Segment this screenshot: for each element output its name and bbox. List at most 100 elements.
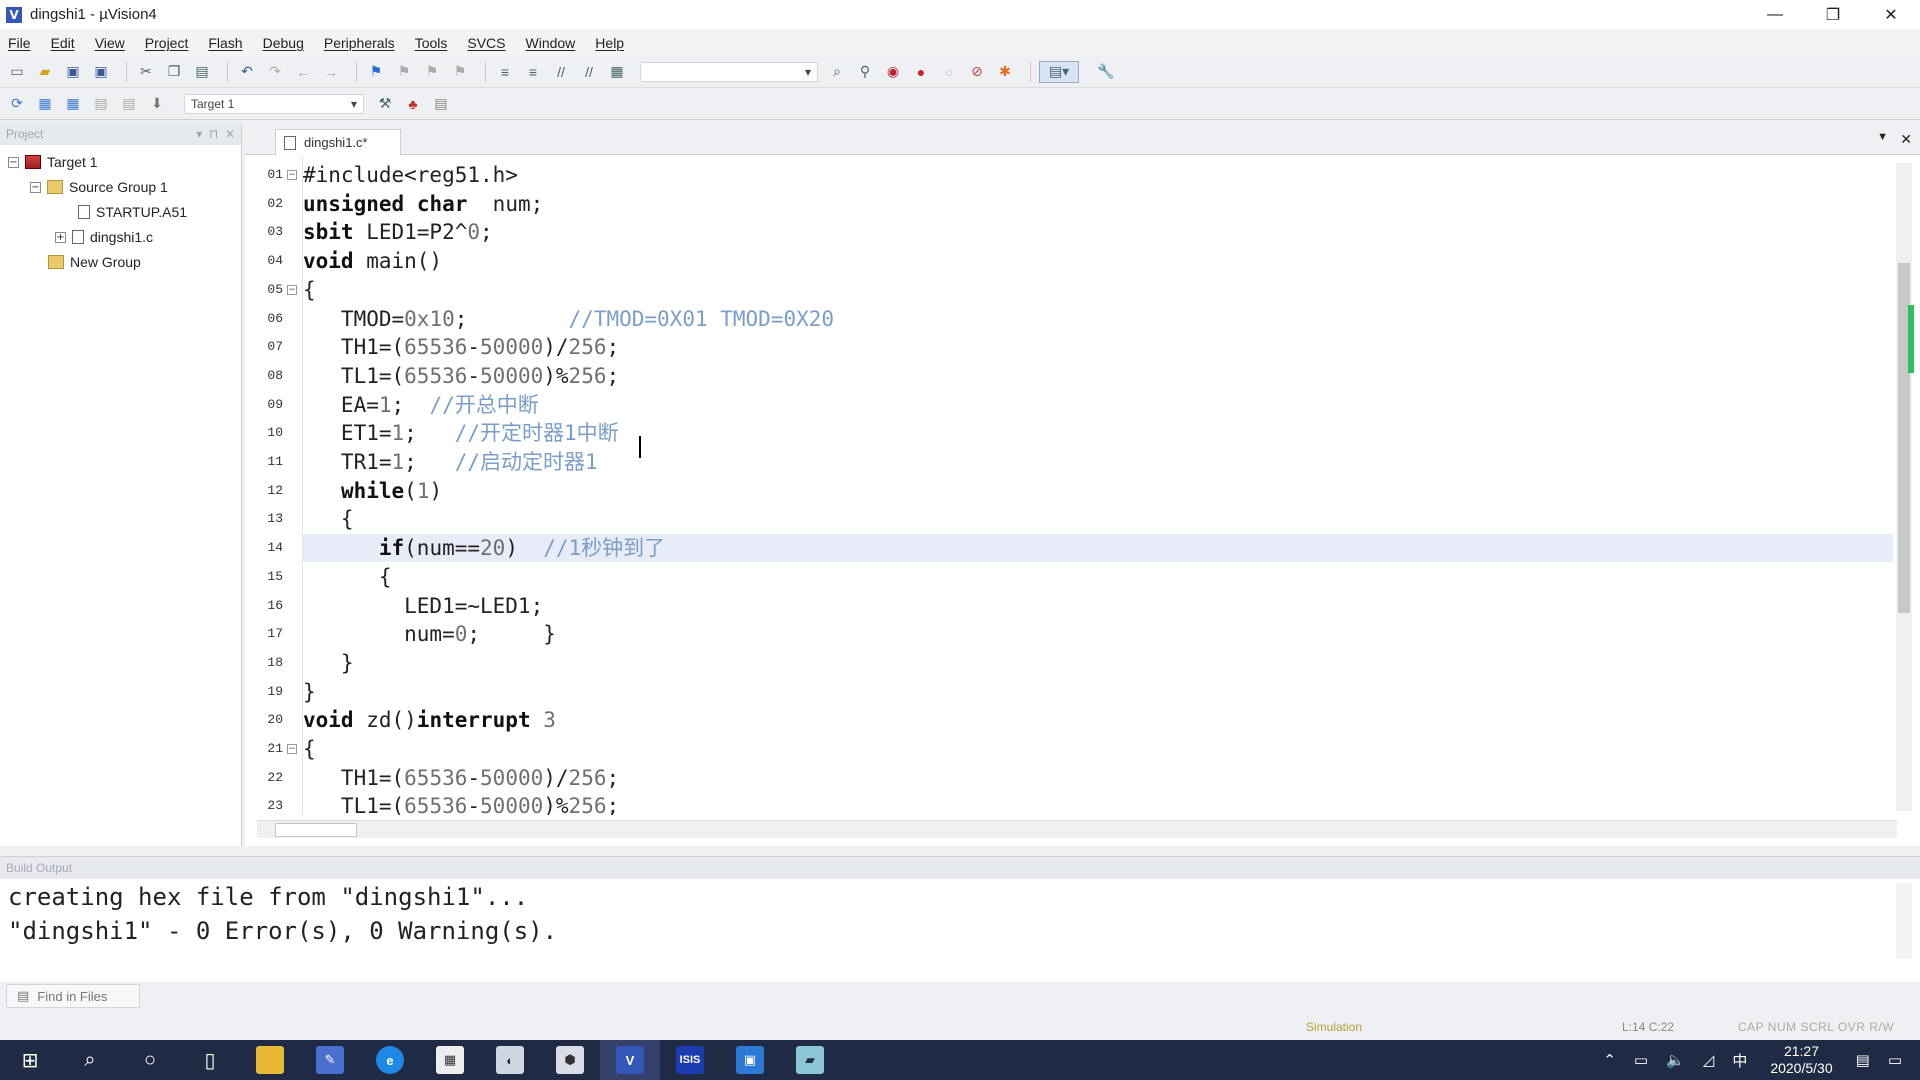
- clock[interactable]: 21:27 2020/5/30: [1770, 1043, 1832, 1077]
- code-line[interactable]: void main(): [303, 247, 1893, 275]
- translate-icon[interactable]: ⟳: [6, 93, 28, 115]
- clear-bookmarks-icon[interactable]: ⚑: [449, 61, 471, 83]
- target-select[interactable]: Target 1 ▾: [184, 93, 364, 114]
- code-line[interactable]: LED1=~LED1;: [303, 592, 1893, 620]
- code-line[interactable]: TR1=1; //启动定时器1: [303, 448, 1893, 476]
- code-line[interactable]: void zd()interrupt 3: [303, 706, 1893, 734]
- fold-toggle-icon[interactable]: −: [287, 744, 297, 754]
- tab-find-in-files[interactable]: ▤ Find in Files: [6, 984, 140, 1008]
- kill-breakpoints-icon[interactable]: ⊘: [966, 61, 988, 83]
- network-icon[interactable]: ◿: [1703, 1051, 1715, 1069]
- file-extensions-icon[interactable]: ♣: [402, 93, 424, 115]
- taskbar-app-9[interactable]: ▣: [720, 1040, 780, 1080]
- find-icon[interactable]: ⌕: [826, 61, 848, 83]
- code-line[interactable]: EA=1; //开总中断: [303, 391, 1893, 419]
- minimize-button[interactable]: —: [1746, 0, 1804, 29]
- code-line[interactable]: TL1=(65536-50000)%256;: [303, 792, 1893, 815]
- tree-collapse-icon[interactable]: −: [8, 156, 19, 168]
- target-options-icon[interactable]: ⚒: [374, 93, 396, 115]
- code-line[interactable]: {: [303, 505, 1893, 533]
- tree-item-new-group[interactable]: New Group: [48, 251, 141, 273]
- indent-icon[interactable]: ≡: [494, 61, 516, 83]
- taskbar-file-explorer[interactable]: [240, 1040, 300, 1080]
- task-view-icon[interactable]: ▯: [180, 1040, 240, 1080]
- code-line[interactable]: TL1=(65536-50000)%256;: [303, 362, 1893, 390]
- paste-icon[interactable]: ▤: [191, 61, 213, 83]
- show-desktop-icon[interactable]: ▭: [1888, 1051, 1902, 1069]
- comment-icon[interactable]: //: [550, 61, 572, 83]
- prev-bookmark-icon[interactable]: ⚑: [393, 61, 415, 83]
- find-combo[interactable]: ▾: [640, 61, 818, 82]
- code-line[interactable]: num=0; }: [303, 620, 1893, 648]
- code-line[interactable]: sbit LED1=P2^0;: [303, 218, 1893, 246]
- horizontal-scrollbar[interactable]: [257, 820, 1897, 838]
- volume-icon[interactable]: 🔈: [1666, 1051, 1685, 1069]
- window-layout-icon[interactable]: ▤▾: [1039, 60, 1079, 83]
- bookmark-icon[interactable]: ⚑: [365, 61, 387, 83]
- code-line[interactable]: TH1=(65536-50000)/256;: [303, 764, 1893, 792]
- debug-session-icon[interactable]: ◉: [882, 61, 904, 83]
- taskbar-isis[interactable]: ISIS: [660, 1040, 720, 1080]
- nav-forward-icon[interactable]: →: [320, 61, 342, 83]
- maximize-button[interactable]: ❐: [1804, 0, 1862, 29]
- search-icon[interactable]: ⌕: [60, 1040, 120, 1080]
- taskbar-app-5[interactable]: ◐: [480, 1040, 540, 1080]
- menu-window[interactable]: Window: [526, 35, 576, 51]
- next-bookmark-icon[interactable]: ⚑: [421, 61, 443, 83]
- undo-icon[interactable]: ↶: [236, 61, 258, 83]
- disable-all-breakpoints-icon[interactable]: ✱: [994, 61, 1016, 83]
- code-line[interactable]: }: [303, 678, 1893, 706]
- tab-list-icon[interactable]: ▼: [1877, 131, 1888, 143]
- tree-item-source-group[interactable]: − Source Group 1: [30, 176, 168, 198]
- code-line[interactable]: #include<reg51.h>: [303, 161, 1893, 189]
- code-line[interactable]: ET1=1; //开定时器1中断: [303, 419, 1893, 447]
- close-icon[interactable]: ✕: [225, 127, 235, 141]
- code-line[interactable]: unsigned char num;: [303, 190, 1893, 218]
- nav-back-icon[interactable]: ←: [292, 61, 314, 83]
- code-area[interactable]: #include<reg51.h> unsigned char num; sbit …: [303, 155, 1893, 815]
- menu-view[interactable]: View: [95, 35, 125, 51]
- menu-project[interactable]: Project: [145, 35, 189, 51]
- taskbar-app-2[interactable]: ✎: [300, 1040, 360, 1080]
- close-button[interactable]: ✕: [1862, 0, 1920, 29]
- fold-toggle-icon[interactable]: −: [287, 284, 297, 295]
- tab-dingshi1-c[interactable]: dingshi1.c*: [275, 129, 401, 155]
- ime-indicator[interactable]: 中: [1732, 1050, 1747, 1071]
- code-line[interactable]: {: [303, 563, 1893, 591]
- stop-build-icon[interactable]: ▤: [118, 93, 140, 115]
- battery-icon[interactable]: ▭: [1634, 1051, 1648, 1069]
- code-line[interactable]: while(1): [303, 477, 1893, 505]
- pin-icon[interactable]: ⊓: [209, 127, 218, 141]
- tree-item-startup[interactable]: STARTUP.A51: [78, 201, 187, 223]
- taskbar-app-6[interactable]: ⬢: [540, 1040, 600, 1080]
- rebuild-icon[interactable]: ▦: [62, 93, 84, 115]
- uncomment-icon[interactable]: //: [578, 61, 600, 83]
- panel-dropdown-icon[interactable]: ▾: [196, 127, 202, 141]
- download-icon[interactable]: ⬇: [146, 93, 168, 115]
- menu-tools[interactable]: Tools: [415, 35, 448, 51]
- taskbar-calculator[interactable]: ▦: [420, 1040, 480, 1080]
- close-icon[interactable]: ✕: [1900, 131, 1912, 148]
- disable-breakpoint-icon[interactable]: ○: [938, 61, 960, 83]
- tree-item-dingshi1-c[interactable]: + dingshi1.c: [55, 226, 153, 248]
- menu-svcs[interactable]: SVCS: [467, 35, 505, 51]
- open-folder-icon[interactable]: ▰: [34, 61, 56, 83]
- code-line[interactable]: TH1=(65536-50000)/256;: [303, 333, 1893, 361]
- tree-collapse-icon[interactable]: −: [30, 181, 41, 193]
- notification-icon[interactable]: ▤: [1856, 1051, 1870, 1069]
- menu-flash[interactable]: Flash: [208, 35, 242, 51]
- taskbar-app-10[interactable]: ▰: [780, 1040, 840, 1080]
- menu-debug[interactable]: Debug: [263, 35, 304, 51]
- menu-help[interactable]: Help: [595, 35, 624, 51]
- chevron-up-icon[interactable]: ⌃: [1603, 1051, 1616, 1069]
- new-file-icon[interactable]: ▭: [6, 61, 28, 83]
- manage-rte-icon[interactable]: ▤: [430, 93, 452, 115]
- batch-build-icon[interactable]: ▤: [90, 93, 112, 115]
- menu-peripherals[interactable]: Peripherals: [324, 35, 395, 51]
- redo-icon[interactable]: ↷: [264, 61, 286, 83]
- vertical-scrollbar[interactable]: [1896, 163, 1914, 811]
- build-output-scrollbar[interactable]: [1896, 883, 1912, 959]
- save-icon[interactable]: ▣: [62, 61, 84, 83]
- copy-icon[interactable]: ❐: [163, 61, 185, 83]
- start-button[interactable]: ⊞: [0, 1040, 60, 1080]
